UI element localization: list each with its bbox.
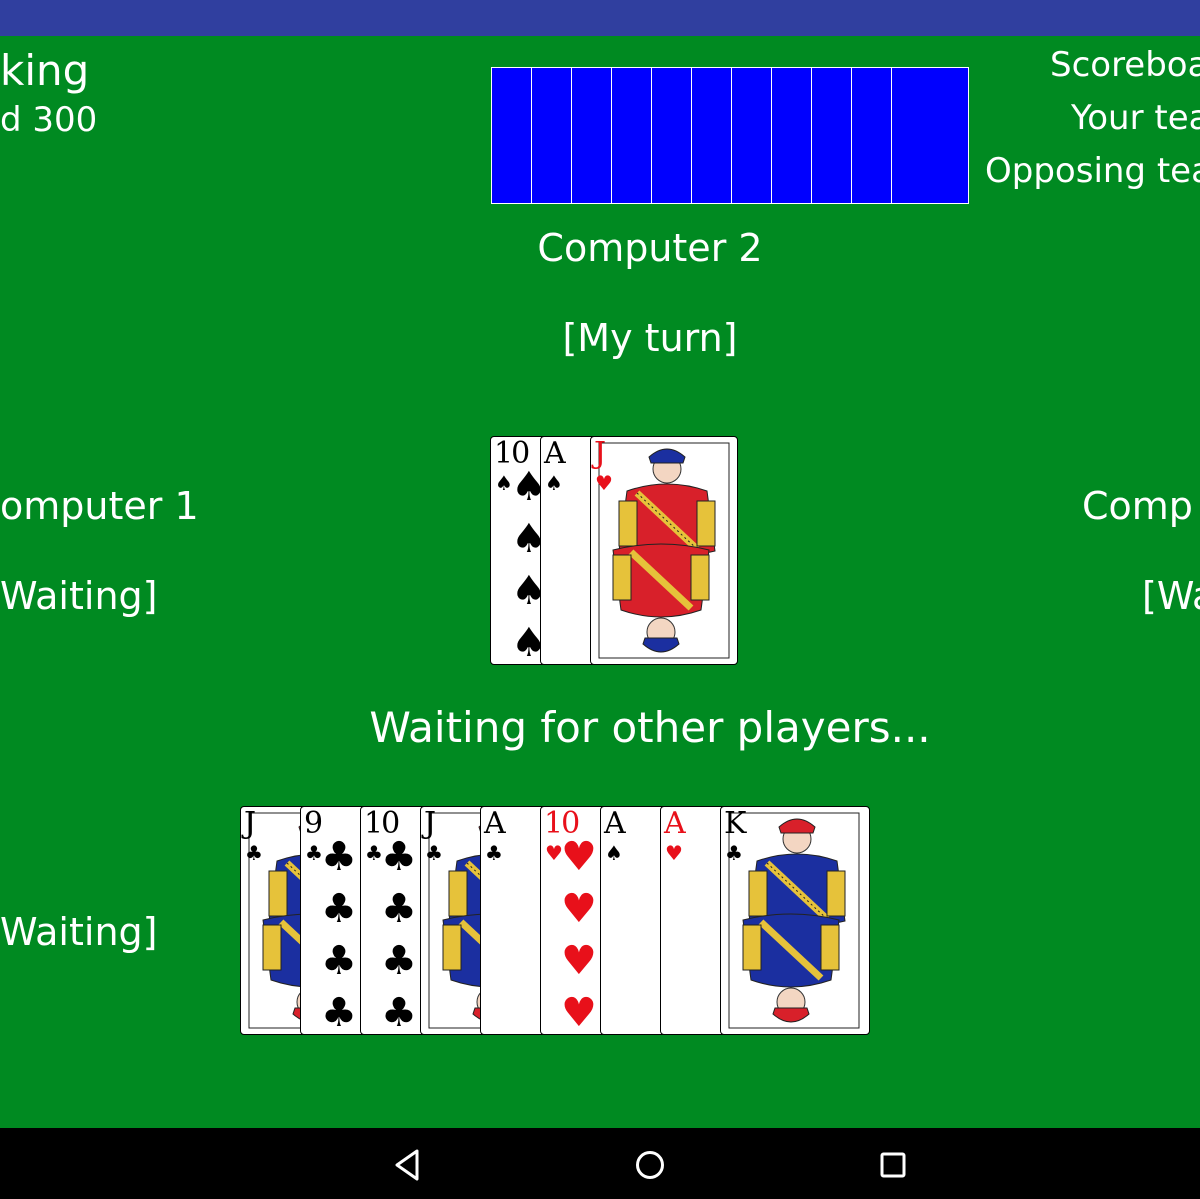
card-rank: J [424, 806, 436, 841]
card-rank: A [664, 806, 686, 841]
recents-icon[interactable] [878, 1147, 908, 1183]
right-player-name: Comp [1082, 484, 1193, 528]
top-left-title: king [0, 46, 90, 95]
hand-card[interactable]: K ♣ [720, 806, 870, 1035]
navigation-bar [0, 1128, 1200, 1199]
card-rank: A [604, 806, 626, 841]
back-icon[interactable] [392, 1147, 422, 1183]
card-pip: ♥ [561, 938, 597, 984]
card-suit-clubs: ♣ [725, 841, 743, 865]
card-suit-hearts: ♥ [665, 841, 683, 865]
card-suit-clubs: ♣ [245, 841, 263, 865]
top-player-name: Computer 2 [537, 226, 763, 270]
left-player-name: omputer 1 [0, 484, 199, 528]
scoreboard-title: Scoreboa [1050, 45, 1200, 85]
card-pip: ♣ [321, 990, 357, 1035]
card-pip: ♣ [381, 834, 417, 880]
card-rank: J [244, 806, 256, 841]
trick-card: J ♥ [590, 436, 738, 665]
card-pip: ♥ [561, 990, 597, 1035]
left-player-status: Waiting] [0, 574, 158, 618]
scoreboard-your-team: Your tea [1071, 98, 1200, 138]
top-left-subtitle: d 300 [0, 100, 98, 140]
card-suit-hearts: ♥ [595, 471, 613, 495]
card-pip: ♣ [321, 886, 357, 932]
card-pip: ♥ [561, 834, 597, 880]
card-rank: K [724, 806, 746, 841]
card-suit-clubs: ♣ [425, 841, 443, 865]
card-rank: A [544, 436, 566, 471]
card-suit-spades: ♠ [545, 471, 563, 495]
bottom-player-status: Waiting] [0, 910, 158, 954]
card-back [891, 67, 969, 204]
card-pip: ♣ [321, 834, 357, 880]
scoreboard-opposing-team: Opposing tea [985, 151, 1200, 191]
card-rank: 9 [304, 806, 323, 841]
home-icon[interactable] [634, 1147, 666, 1183]
card-rank: J [594, 436, 606, 471]
card-pip: ♣ [381, 886, 417, 932]
status-bar [0, 0, 1200, 36]
card-pip: ♣ [381, 938, 417, 984]
card-pip: ♣ [321, 938, 357, 984]
top-player-status: [My turn] [562, 316, 738, 360]
game-table: king d 300 Scoreboa Your tea Opposing te… [0, 36, 1200, 1128]
card-pip: ♥ [561, 886, 597, 932]
card-suit-clubs: ♣ [485, 841, 503, 865]
card-suit-spades: ♠ [605, 841, 623, 865]
right-player-status: [Wa [1142, 574, 1200, 618]
card-pip: ♣ [381, 990, 417, 1035]
status-message: Waiting for other players... [369, 703, 931, 752]
card-rank: A [484, 806, 506, 841]
